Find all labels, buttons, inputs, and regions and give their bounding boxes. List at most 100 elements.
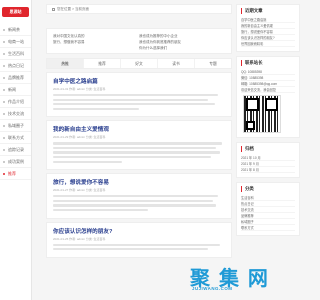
article-excerpt-line [53,151,220,154]
sidebar-item-label: 推荐 [8,171,16,176]
category-link[interactable]: 联系方式 [241,225,295,231]
article-excerpt-line [53,146,217,150]
bullet-icon [3,113,5,115]
sidebar-item-label: 品牌推荐 [8,75,24,80]
sidebar-item[interactable]: 品牌推荐 [0,72,31,84]
article-meta: 2021-01-25 作者: admin 分类: 生活百科 [53,236,106,241]
category-tabs: 热推 推荐 好文 读书 专题 [46,58,232,69]
sidebar-item[interactable]: 作品介绍 [0,96,31,108]
panel-title: 归档 [241,146,295,152]
article-excerpt-line [53,199,213,202]
watermark-subtext: JUJIWANG.COM [192,286,233,291]
sidebar-item-label: 新闻茶 [8,27,20,32]
sidebar-item-label: 电商一站 [8,39,24,44]
article-excerpt-line [53,243,220,246]
sidebar-item-label: 私域圈子 [8,123,24,128]
article-excerpt-line [53,94,219,97]
article-excerpt-line [53,248,208,251]
article-title[interactable]: 我的新自由主义爱情观 [53,125,225,133]
archive-link[interactable]: 2021 年 8 月 [241,167,295,173]
article-card: 自学中医之路启篇 2021-01-31 作者: admin 分类: 生活百科 [46,72,232,118]
tab-recommend[interactable]: 推荐 [84,59,121,68]
tab-topics[interactable]: 专题 [195,59,231,68]
sidebar-item-label: 作品介绍 [8,99,24,104]
breadcrumb: 您在位置 > 当前页面 [46,4,232,14]
sidebar-item-label: 技术交流 [8,111,24,116]
sidebar-item-label: 热点日记 [8,63,24,68]
sidebar-item[interactable]: 新闻茶 [0,24,31,36]
article-excerpt-line [53,103,215,106]
bullet-icon [3,173,5,175]
contact-line: 欢迎来信交流，我会回复 [241,87,295,93]
article-excerpt-line [53,156,212,159]
breadcrumb-text: 您在位置 > 当前页面 [57,7,89,11]
sidebar-item[interactable]: 成功案例 [0,156,31,168]
tab-reading[interactable]: 读书 [158,59,195,68]
featured-link[interactable] [53,45,139,51]
recent-posts-panel: 近期文章 自学中医之路启篇 我的新自由主义爱情观 旅行，想说爱你不容易 你应该认… [236,4,300,52]
article-card: 旅行，想说爱你不容易 2021-01-27 作者: admin 分类: 生活百科 [46,173,232,219]
featured-links: 我对中国文化认真的 我也成为推荐的中小企业 旅行、想做我不容易 我也成为你到底推… [46,28,232,54]
sidebar-item-label: 新闻 [8,87,16,92]
article-card: 你应该认识怎样的朋友? 2021-01-25 作者: admin 分类: 生活百… [46,221,232,258]
sidebar-item-label: 追踪记录 [8,147,24,152]
article-excerpt-line [53,160,122,163]
article-excerpt-line [53,107,139,110]
link-row: 你为什么选择我们 [53,45,225,51]
home-icon[interactable] [52,7,55,11]
site-logo[interactable]: 思源站 [0,0,31,24]
bullet-icon [3,29,5,31]
sidebar-nav: 新闻茶 电商一站 生活百科 热点日记 品牌推荐 新闻 作品介绍 技术交流 私域圈… [0,24,31,180]
bullet-icon [3,137,5,139]
panel-title: 分类 [241,186,295,192]
article-meta: 2021-01-31 作者: admin 分类: 生活百科 [53,87,106,91]
article-meta: 2021-01-29 作者: admin 分类: 生活百科 [53,135,106,140]
bullet-icon [3,149,5,151]
main-content: 我对中国文化认真的 我也成为推荐的中小企业 旅行、想做我不容易 我也成为你到底推… [46,28,232,261]
sidebar-item[interactable]: 联系方式 [0,132,31,144]
sidebar-item[interactable]: 电商一站 [0,36,31,48]
qr-code-image [243,95,281,133]
article-title[interactable]: 自学中医之路启篇 [53,77,225,85]
panel-title: 近期文章 [241,8,295,14]
bullet-icon [3,161,5,163]
bullet-icon [3,53,5,55]
article-card: 我的新自由主义爱情观 2021-01-29 作者: admin 分类: 生活百科 [46,120,232,171]
sidebar-item[interactable]: 生活百科 [0,48,31,60]
sidebar-item-label: 生活百科 [8,51,24,56]
article-title[interactable]: 你应该认识怎样的朋友? [53,227,225,235]
bullet-icon [3,41,5,43]
sidebar-item[interactable]: 私域圈子 [0,120,31,132]
right-sidebar: 近期文章 自学中医之路启篇 我的新自由主义爱情观 旅行，想说爱你不容易 你应该认… [236,4,300,240]
categories-panel: 分类 生活百科 热点日记 技术交流 品牌推荐 私域圈子 联系方式 [236,182,300,236]
sidebar-item-label: 成功案例 [8,159,24,164]
contact-panel: 联系站长 QQ: 10885398 微信: 10885398 邮箱: 10885… [236,56,300,138]
recent-post-link[interactable]: 世界因我而精彩 [241,41,295,47]
sidebar-item[interactable]: 追踪记录 [0,144,31,156]
sidebar-item[interactable]: 热点日记 [0,60,31,72]
article-meta: 2021-01-27 作者: admin 分类: 生活百科 [53,188,106,193]
bullet-icon [3,125,5,127]
bullet-icon [3,89,5,91]
sidebar-item[interactable]: 新闻 [0,84,31,96]
tab-good-articles[interactable]: 好文 [121,59,158,68]
sidebar-item-label: 联系方式 [8,135,24,140]
qr-corner-mark [246,121,255,130]
article-excerpt-line [53,208,148,212]
bullet-icon [3,65,5,67]
article-excerpt-line [53,142,222,145]
featured-link[interactable]: 你为什么选择我们 [139,45,225,51]
archive-panel: 归档 2021 年 10 月 2021 年 9 月 2021 年 8 月 [236,142,300,178]
watermark: 聚 集 网 JUJIWANG.COM [190,262,300,300]
panel-title: 联系站长 [241,60,295,66]
article-excerpt-line [53,98,208,101]
sidebar-item[interactable]: 技术交流 [0,108,31,120]
sidebar-item-active[interactable]: 推荐 [0,168,31,180]
bullet-icon [3,101,5,103]
bullet-icon [3,77,5,79]
tab-hot[interactable]: 热推 [47,59,84,68]
sidebar: 思源站 新闻茶 电商一站 生活百科 热点日记 品牌推荐 新闻 作品介绍 技术交流… [0,0,32,300]
article-title[interactable]: 旅行，想说爱你不容易 [53,178,225,186]
logo-text: 思源站 [2,7,29,17]
article-excerpt-line [53,195,219,198]
